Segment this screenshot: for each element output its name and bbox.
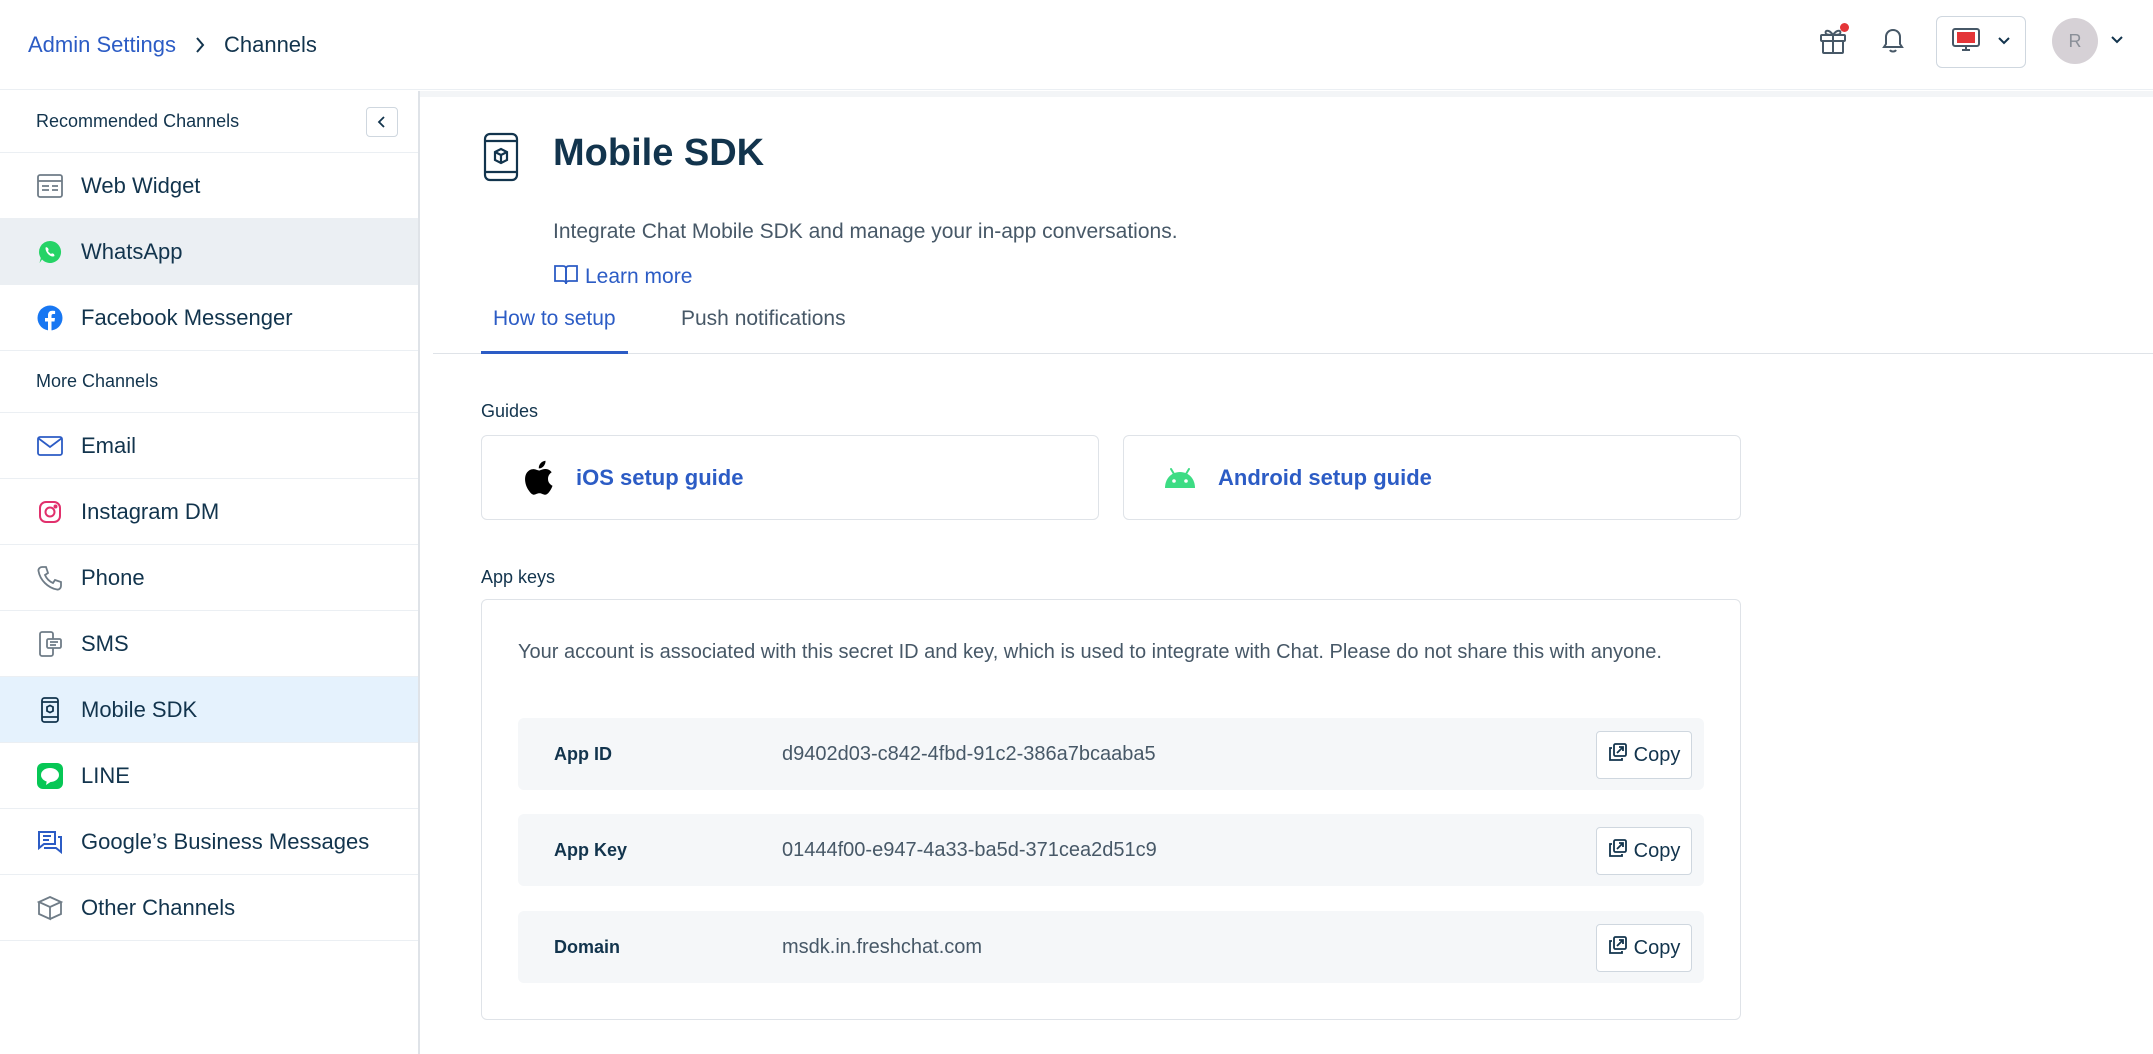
- section-title: Recommended Channels: [36, 111, 240, 131]
- tab-bar: How to setup Push notifications: [433, 297, 2153, 354]
- notification-dot: [1840, 23, 1849, 32]
- app-keys-card: Your account is associated with this sec…: [481, 599, 1741, 1020]
- copy-label: Copy: [1633, 839, 1681, 862]
- sidebar-item-whatsapp[interactable]: WhatsApp: [0, 219, 418, 285]
- sidebar-item-label: SMS: [81, 630, 129, 656]
- sidebar-item-facebook-messenger[interactable]: Facebook Messenger: [0, 285, 418, 351]
- google-business-messages-icon: [36, 828, 64, 856]
- monitor-status-icon: [1951, 27, 1981, 58]
- copy-icon: [1608, 935, 1628, 961]
- section-recommended-channels: Recommended Channels: [0, 91, 418, 153]
- guides-heading: Guides: [481, 401, 539, 421]
- key-row-app-key: App Key 01444f00-e947-4a33-ba5d-371cea2d…: [518, 814, 1704, 886]
- breadcrumb-admin-settings[interactable]: Admin Settings: [28, 32, 176, 58]
- learn-more-link[interactable]: Learn more: [553, 262, 692, 292]
- sidebar-item-web-widget[interactable]: Web Widget: [0, 153, 418, 219]
- sidebar-item-sms[interactable]: SMS: [0, 611, 418, 677]
- apple-icon: [520, 460, 556, 496]
- line-icon: [36, 762, 64, 790]
- main-content: Mobile SDK Integrate Chat Mobile SDK and…: [433, 97, 2153, 1054]
- phone-icon: [36, 564, 64, 592]
- copy-icon: [1608, 838, 1628, 864]
- sidebar-item-other-channels[interactable]: Other Channels: [0, 875, 418, 941]
- app-keys-description: Your account is associated with this sec…: [518, 641, 1662, 663]
- tab-how-to-setup[interactable]: How to setup: [481, 307, 628, 354]
- sidebar-item-label: Instagram DM: [81, 498, 220, 524]
- key-label: Domain: [554, 937, 621, 957]
- key-value: msdk.in.freshchat.com: [782, 936, 983, 958]
- email-icon: [36, 432, 64, 460]
- sidebar-item-label: Web Widget: [81, 172, 201, 198]
- key-label: App Key: [554, 840, 628, 860]
- copy-domain-button[interactable]: Copy: [1596, 924, 1692, 972]
- key-label: App ID: [554, 744, 612, 764]
- key-row-domain: Domain msdk.in.freshchat.com Copy: [518, 911, 1704, 983]
- page-title: Mobile SDK: [553, 132, 765, 174]
- section-more-channels: More Channels: [0, 351, 418, 413]
- status-select[interactable]: [1936, 16, 2026, 68]
- key-value: 01444f00-e947-4a33-ba5d-371cea2d51c9: [782, 839, 1157, 861]
- chevron-right-icon: [194, 36, 206, 54]
- chevron-down-icon: [2110, 32, 2124, 50]
- copy-icon: [1608, 742, 1628, 768]
- sidebar-item-label: LINE: [81, 762, 130, 788]
- copy-app-id-button[interactable]: Copy: [1596, 731, 1692, 779]
- book-icon: [553, 262, 579, 292]
- instagram-icon: [36, 498, 64, 526]
- ios-setup-guide-card[interactable]: iOS setup guide: [481, 435, 1099, 520]
- breadcrumb-channels: Channels: [223, 31, 317, 57]
- chevron-down-icon: [1997, 33, 2011, 51]
- app-keys-heading: App keys: [481, 567, 556, 587]
- section-title: More Channels: [36, 371, 159, 391]
- facebook-icon: [36, 304, 64, 332]
- mobile-sdk-icon: [36, 696, 64, 724]
- whatsapp-icon: [36, 238, 64, 266]
- sms-icon: [36, 630, 64, 658]
- sidebar-item-mobile-sdk[interactable]: Mobile SDK: [0, 677, 418, 743]
- web-widget-icon: [36, 172, 64, 200]
- sidebar-item-email[interactable]: Email: [0, 413, 418, 479]
- key-row-app-id: App ID d9402d03-c842-4fbd-91c2-386a7bcaa…: [518, 718, 1704, 790]
- learn-more-label: Learn more: [585, 265, 693, 288]
- android-icon: [1162, 460, 1198, 496]
- android-setup-guide-link: Android setup guide: [1218, 464, 1432, 490]
- sidebar-item-label: Phone: [81, 564, 145, 590]
- sidebar-item-instagram-dm[interactable]: Instagram DM: [0, 479, 418, 545]
- sidebar-item-label: WhatsApp: [81, 238, 183, 264]
- copy-label: Copy: [1633, 743, 1681, 766]
- user-menu[interactable]: R: [2052, 18, 2124, 64]
- sidebar-item-label: Other Channels: [81, 894, 236, 920]
- sidebar-item-label: Email: [81, 432, 137, 458]
- sidebar-item-phone[interactable]: Phone: [0, 545, 418, 611]
- android-setup-guide-card[interactable]: Android setup guide: [1123, 435, 1741, 520]
- sidebar-item-label: Google’s Business Messages: [81, 828, 370, 854]
- collapse-sidebar-button[interactable]: [366, 106, 398, 137]
- key-value: d9402d03-c842-4fbd-91c2-386a7bcaaba5: [782, 743, 1156, 765]
- sidebar-item-line[interactable]: LINE: [0, 743, 418, 809]
- avatar: R: [2052, 18, 2098, 64]
- channels-sidebar: Recommended Channels Web Widget WhatsApp: [0, 91, 420, 1054]
- sidebar-item-google-business-messages[interactable]: Google’s Business Messages: [0, 809, 418, 875]
- ios-setup-guide-link: iOS setup guide: [576, 464, 744, 490]
- page-subtitle: Integrate Chat Mobile SDK and manage you…: [553, 220, 1178, 243]
- bell-icon[interactable]: [1873, 20, 1913, 60]
- copy-app-key-button[interactable]: Copy: [1596, 827, 1692, 875]
- sidebar-item-label: Mobile SDK: [81, 696, 198, 722]
- mobile-sdk-icon: [483, 132, 519, 182]
- gift-icon[interactable]: [1813, 20, 1853, 60]
- sidebar-item-label: Facebook Messenger: [81, 304, 293, 330]
- copy-label: Copy: [1633, 936, 1681, 959]
- tab-push-notifications[interactable]: Push notifications: [669, 307, 858, 354]
- other-channels-icon: [36, 894, 64, 922]
